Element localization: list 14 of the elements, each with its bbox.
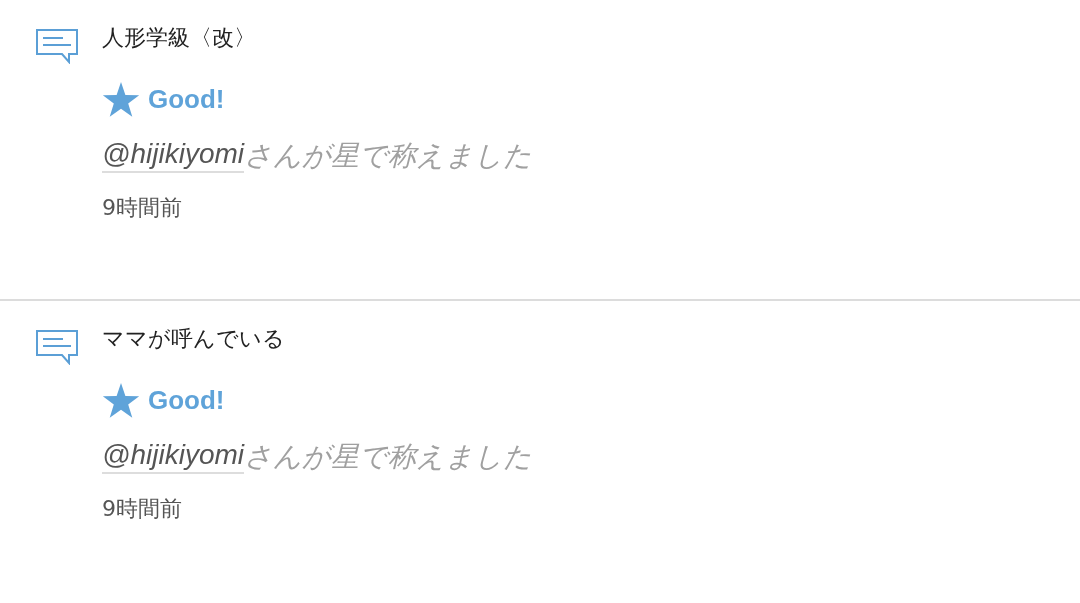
star-icon <box>102 81 140 118</box>
badge-label: Good! <box>148 83 225 116</box>
timestamp: 9時間前 <box>102 194 182 222</box>
notification-title: 人形学級〈改〉 <box>102 24 256 52</box>
notification-message: さんが星で称えました <box>244 440 532 474</box>
notification-title: ママが呼んでいる <box>102 325 285 353</box>
notification-message: さんが星で称えました <box>244 139 532 173</box>
star-icon <box>102 382 140 419</box>
user-link[interactable]: @hijikiyomi <box>102 438 244 474</box>
badge-label: Good! <box>148 384 225 417</box>
user-link[interactable]: @hijikiyomi <box>102 137 244 173</box>
timestamp: 9時間前 <box>102 495 182 523</box>
comment-icon <box>36 28 78 64</box>
comment-icon <box>36 329 78 365</box>
